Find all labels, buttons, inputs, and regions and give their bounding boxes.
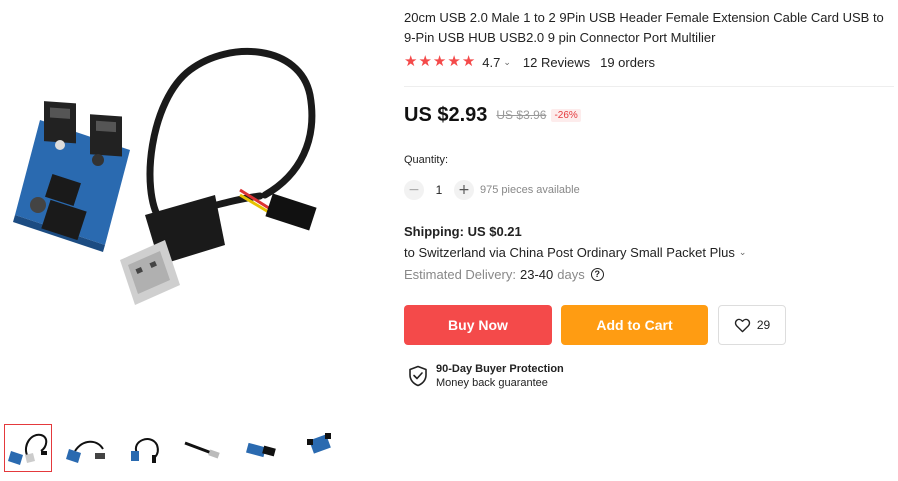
chevron-down-icon[interactable]: ⌄ — [503, 57, 511, 68]
rating-value[interactable]: 4.7 — [482, 55, 500, 70]
thumbnail-3[interactable] — [120, 424, 168, 472]
discount-badge: -26% — [551, 108, 581, 122]
thumbnail-image — [8, 433, 48, 465]
wishlist-button[interactable]: 29 — [718, 305, 786, 345]
thumbnail-image — [66, 440, 105, 463]
pieces-available: 975 pieces available — [480, 184, 580, 196]
usb-header-cable-image — [13, 48, 317, 305]
shipping-label: Shipping: — [404, 224, 464, 239]
buyer-protection-text: 90-Day Buyer Protection Money back guara… — [436, 362, 564, 390]
thumbnail-6[interactable] — [294, 424, 342, 472]
estimated-delivery: Estimated Delivery: 23-40 days ? — [404, 267, 604, 282]
star-icon: ★ — [404, 53, 418, 70]
thumbnail-image — [131, 438, 159, 463]
add-to-cart-button[interactable]: Add to Cart — [561, 305, 708, 345]
product-title: 20cm USB 2.0 Male 1 to 2 9Pin USB Header… — [404, 10, 884, 45]
shipping-cost: Shipping: US $0.21 — [404, 224, 522, 239]
wishlist-count: 29 — [756, 318, 771, 332]
estimated-delivery-label: Estimated Delivery: — [404, 267, 516, 282]
quantity-increase-button[interactable]: + — [454, 180, 474, 200]
price-row: US $2.93 US $3.96 -26% — [404, 100, 581, 130]
thumbnail-strip — [4, 424, 344, 474]
thumbnail-5[interactable] — [236, 424, 284, 472]
thumbnail-4[interactable] — [178, 424, 226, 472]
buyer-protection-title: 90-Day Buyer Protection — [436, 363, 564, 375]
estimated-delivery-unit: days — [557, 267, 585, 282]
buy-now-button[interactable]: Buy Now — [404, 305, 552, 345]
star-icon: ★ — [447, 53, 461, 70]
quantity-stepper: − 1 + 975 pieces available — [404, 180, 580, 200]
help-icon[interactable]: ? — [590, 268, 604, 281]
shipping-price: US $0.21 — [467, 224, 522, 239]
shield-check-icon — [409, 365, 427, 387]
orders-count: 19 orders — [600, 54, 656, 70]
reviews-link[interactable]: 12 Reviews — [523, 55, 590, 70]
star-icon: ★ — [418, 53, 432, 70]
quantity-decrease-button[interactable]: − — [404, 180, 424, 200]
heart-icon — [734, 318, 750, 332]
buyer-protection: 90-Day Buyer Protection Money back guara… — [408, 362, 564, 390]
original-price: US $3.96 — [496, 108, 547, 122]
shipping-destination: to Switzerland via China Post Ordinary S… — [404, 245, 735, 260]
quantity-label: Quantity: — [404, 154, 449, 166]
star-icon: ★ — [461, 53, 476, 70]
current-price: US $2.93 — [404, 103, 488, 126]
shipping-method-selector[interactable]: to Switzerland via China Post Ordinary S… — [404, 245, 746, 260]
thumbnail-image — [246, 442, 276, 458]
thumbnail-1[interactable] — [4, 424, 52, 472]
rating-row: ★ ★ ★ ★ ★ 4.7 ⌄ 12 Reviews 19 orders — [404, 53, 655, 71]
quantity-value[interactable]: 1 — [424, 183, 454, 197]
thumbnail-image — [307, 433, 331, 454]
star-rating: ★ ★ ★ ★ ★ — [404, 53, 476, 71]
thumbnail-2[interactable] — [62, 424, 110, 472]
star-icon: ★ — [432, 53, 447, 70]
main-product-image[interactable] — [0, 0, 345, 345]
buyer-protection-subtitle: Money back guarantee — [436, 377, 548, 389]
chevron-down-icon: ⌄ — [738, 247, 747, 257]
thumbnail-image — [184, 441, 220, 459]
estimated-delivery-days: 23-40 — [519, 267, 554, 282]
divider — [404, 86, 894, 87]
